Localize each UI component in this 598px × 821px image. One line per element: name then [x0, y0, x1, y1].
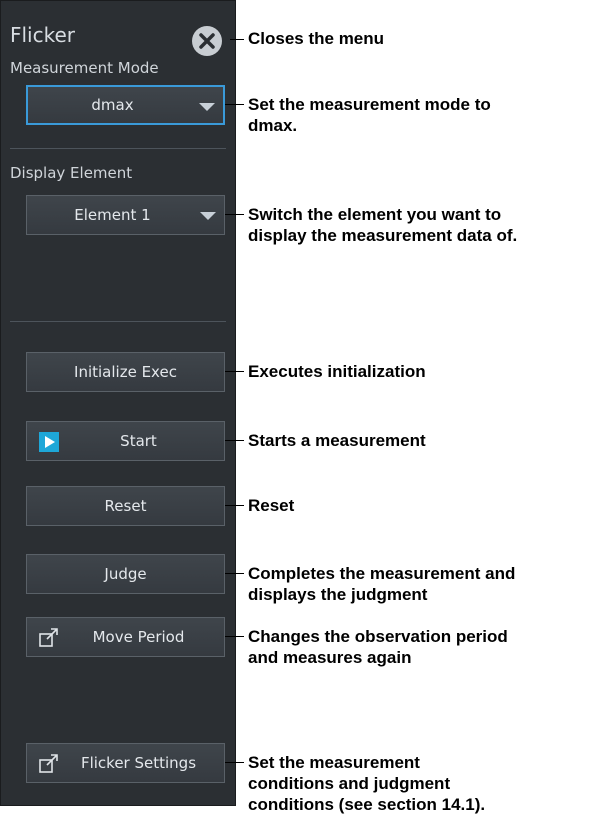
section-divider — [10, 148, 226, 149]
section-divider — [10, 321, 226, 322]
display-element-dropdown[interactable]: Element 1 — [26, 195, 225, 235]
open-dialog-icon — [39, 628, 58, 647]
leader-line — [225, 371, 244, 372]
close-icon — [199, 33, 215, 49]
reset-label: Reset — [104, 497, 147, 515]
play-icon — [39, 432, 59, 452]
measurement-mode-label: Measurement Mode — [10, 59, 159, 77]
reset-button[interactable]: Reset — [26, 486, 225, 526]
menu-title: Flicker — [10, 23, 76, 47]
start-button[interactable]: Start — [26, 421, 225, 461]
leader-line — [225, 505, 244, 506]
chevron-down-icon — [200, 212, 216, 220]
flicker-settings-label: Flicker Settings — [80, 754, 197, 772]
callout-judge: Completes the measurement and displays t… — [248, 564, 516, 604]
leader-line — [225, 636, 244, 637]
initialize-exec-button[interactable]: Initialize Exec — [26, 352, 225, 392]
leader-line — [225, 440, 244, 441]
callout-initialize: Executes initialization — [248, 362, 426, 381]
judge-button[interactable]: Judge — [26, 554, 225, 594]
measurement-mode-dropdown[interactable]: dmax — [26, 85, 225, 125]
callout-reset: Reset — [248, 496, 295, 515]
leader-line — [230, 39, 244, 40]
callout-move-period: Changes the observation period and measu… — [248, 627, 508, 667]
open-dialog-icon — [39, 754, 58, 773]
judge-label: Judge — [104, 565, 147, 583]
flicker-settings-button[interactable]: Flicker Settings — [26, 743, 225, 783]
move-period-button[interactable]: Move Period — [26, 617, 225, 657]
callout-start: Starts a measurement — [248, 431, 426, 450]
chevron-down-icon — [199, 103, 215, 111]
leader-line — [225, 573, 244, 574]
close-button[interactable] — [192, 26, 222, 56]
callout-flicker-settings: Set the measurement conditions and judgm… — [248, 753, 486, 814]
display-element-label: Display Element — [10, 164, 133, 182]
leader-line — [225, 104, 244, 105]
callout-measurement-mode: Set the measurement mode to dmax. — [248, 95, 491, 135]
leader-line — [225, 214, 244, 215]
start-label: Start — [120, 432, 157, 450]
initialize-exec-label: Initialize Exec — [74, 363, 177, 381]
leader-line — [225, 762, 244, 763]
callout-close: Closes the menu — [248, 29, 385, 48]
callout-display-element: Switch the element you want to display t… — [248, 205, 518, 245]
move-period-label: Move Period — [92, 628, 185, 646]
flicker-menu-panel: Flicker Measurement Mode dmax Display El… — [0, 0, 236, 806]
measurement-mode-value: dmax — [91, 96, 134, 114]
display-element-value: Element 1 — [74, 206, 151, 224]
